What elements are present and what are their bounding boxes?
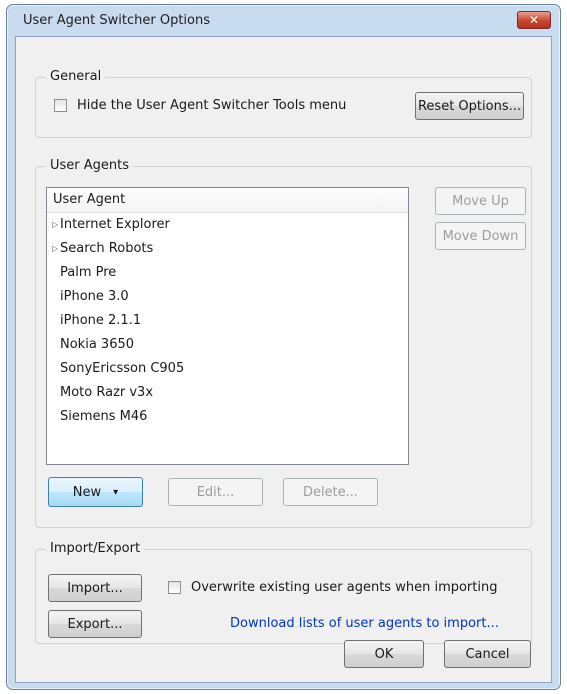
- expand-arrow-icon[interactable]: ▷: [52, 237, 58, 261]
- chevron-down-icon: ▾: [113, 486, 119, 498]
- export-button[interactable]: Export...: [48, 610, 142, 638]
- import-export-group-label: Import/Export: [46, 541, 145, 557]
- general-group: General Hide the User Agent Switcher Too…: [35, 69, 532, 138]
- import-button[interactable]: Import...: [48, 574, 142, 602]
- user-agent-item-label: Search Robots: [60, 241, 154, 256]
- user-agent-item[interactable]: ▷ Internet Explorer: [47, 213, 408, 237]
- new-button-label: New: [72, 484, 102, 500]
- options-dialog: User Agent Switcher Options ✕ General Hi…: [6, 4, 561, 690]
- user-agent-item-label: Siemens M46: [60, 409, 148, 424]
- user-agent-item-label: Moto Razr v3x: [60, 385, 154, 400]
- reset-options-button[interactable]: Reset Options...: [415, 92, 524, 120]
- delete-button[interactable]: Delete...: [283, 478, 378, 506]
- user-agent-item[interactable]: SonyEricsson C905: [47, 357, 408, 381]
- overwrite-label: Overwrite existing user agents when impo…: [191, 580, 498, 595]
- download-lists-link[interactable]: Download lists of user agents to import.…: [230, 616, 499, 631]
- user-agents-group: User Agents User Agent ▷ Internet Explore…: [35, 158, 532, 528]
- import-export-group: Import/Export Import... Overwrite existi…: [35, 541, 532, 644]
- user-agent-item[interactable]: iPhone 2.1.1: [47, 309, 408, 333]
- user-agents-group-label: User Agents: [46, 158, 134, 174]
- new-button[interactable]: New ▾: [48, 477, 143, 507]
- user-agent-item-label: iPhone 2.1.1: [60, 313, 142, 328]
- ok-button[interactable]: OK: [344, 640, 424, 668]
- user-agent-list[interactable]: User Agent ▷ Internet Explorer ▷ Search Rob…: [46, 187, 409, 465]
- window-title: User Agent Switcher Options: [23, 13, 210, 28]
- user-agent-item[interactable]: Palm Pre: [47, 261, 408, 285]
- user-agent-column-header[interactable]: User Agent: [47, 188, 408, 213]
- user-agent-item[interactable]: Siemens M46: [47, 405, 408, 429]
- move-up-button[interactable]: Move Up: [435, 187, 526, 215]
- user-agent-item[interactable]: iPhone 3.0: [47, 285, 408, 309]
- user-agent-item-label: SonyEricsson C905: [60, 361, 185, 376]
- close-button[interactable]: ✕: [517, 11, 551, 29]
- edit-button[interactable]: Edit...: [168, 478, 263, 506]
- user-agent-item[interactable]: ▷ Search Robots: [47, 237, 408, 261]
- user-agent-item-label: Nokia 3650: [60, 337, 135, 352]
- move-down-button[interactable]: Move Down: [435, 222, 526, 250]
- cancel-button[interactable]: Cancel: [444, 640, 531, 668]
- user-agent-item-label: iPhone 3.0: [60, 289, 129, 304]
- expand-arrow-icon[interactable]: ▷: [52, 213, 58, 237]
- title-bar[interactable]: User Agent Switcher Options ✕: [7, 5, 560, 35]
- hide-tools-menu-checkbox[interactable]: [54, 99, 67, 112]
- overwrite-checkbox[interactable]: [168, 581, 181, 594]
- close-icon: ✕: [528, 13, 540, 27]
- general-group-label: General: [46, 69, 106, 85]
- dialog-client-area: General Hide the User Agent Switcher Too…: [15, 36, 552, 683]
- user-agent-item[interactable]: Nokia 3650: [47, 333, 408, 357]
- user-agent-item[interactable]: Moto Razr v3x: [47, 381, 408, 405]
- hide-tools-menu-label: Hide the User Agent Switcher Tools menu: [77, 98, 347, 113]
- user-agent-item-label: Internet Explorer: [60, 217, 170, 232]
- user-agent-item-label: Palm Pre: [60, 265, 117, 280]
- user-agent-items: ▷ Internet Explorer ▷ Search Robots Palm Pre…: [47, 213, 408, 429]
